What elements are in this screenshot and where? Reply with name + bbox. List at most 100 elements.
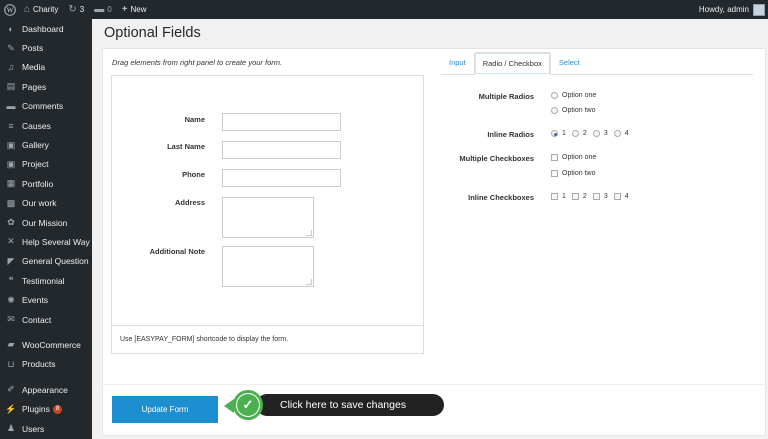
- new-label: New: [130, 5, 147, 14]
- inline-radio-4[interactable]: 4: [613, 130, 629, 137]
- radio-button[interactable]: [551, 92, 558, 99]
- updates-link[interactable]: ↻ 3: [63, 0, 89, 19]
- instructions-text: Drag elements from right panel to create…: [112, 58, 283, 67]
- sidebar-item-label: Our Mission: [22, 217, 68, 228]
- form-preview: Name Last Name Phone Address Additional …: [111, 75, 424, 354]
- shortcode-note: Use [EASYPAY_FORM] shortcode to display …: [112, 325, 423, 353]
- tab-select[interactable]: Select: [551, 51, 588, 74]
- sidebar-item-label: General Question: [22, 256, 89, 267]
- additional-note-textarea[interactable]: [222, 246, 314, 287]
- radio-option-two[interactable]: Option two: [551, 107, 595, 114]
- update-form-button[interactable]: Update Form: [112, 396, 218, 423]
- target-icon: ✿: [7, 217, 15, 228]
- inline-radio-1[interactable]: 1: [551, 130, 566, 137]
- name-input[interactable]: [222, 113, 341, 131]
- sidebar-item-users[interactable]: ♟ Users: [0, 419, 92, 438]
- wordpress-logo-icon[interactable]: W: [0, 0, 19, 19]
- sidebar-item-help-several-way[interactable]: ✕ Help Several Way: [0, 232, 92, 251]
- sidebar-item-pages[interactable]: ▤ Pages: [0, 77, 92, 96]
- svg-text:W: W: [6, 6, 13, 14]
- sidebar-item-portfolio[interactable]: ▦ Portfolio: [0, 174, 92, 193]
- radio-option-one[interactable]: Option one: [551, 92, 596, 99]
- checkbox[interactable]: [551, 170, 558, 177]
- sidebar-item-dashboard[interactable]: ◐ Dashboard: [0, 19, 92, 38]
- sidebar-item-comments[interactable]: ▬ Comments: [0, 97, 92, 116]
- comments-link[interactable]: ▬ 0: [89, 0, 116, 19]
- sidebar-item-our-mission[interactable]: ✿ Our Mission: [0, 213, 92, 232]
- site-name-link[interactable]: ⌂ Charity: [19, 0, 63, 19]
- sidebar-item-posts[interactable]: ✎ Posts: [0, 38, 92, 57]
- dashboard-icon: ◐: [8, 23, 14, 34]
- divider: [102, 384, 766, 385]
- gallery-icon: ▣: [6, 139, 16, 150]
- sidebar-item-label: Testimonial: [22, 275, 65, 286]
- gear-icon: ✺: [7, 294, 15, 305]
- sidebar-item-gallery[interactable]: ▣ Gallery: [0, 135, 92, 154]
- checkbox[interactable]: [592, 193, 600, 200]
- brush-icon: ✐: [7, 384, 15, 395]
- inline-checkbox-2[interactable]: 2: [571, 193, 587, 200]
- sidebar-item-plugins[interactable]: ⚡ Plugins 8: [0, 399, 92, 418]
- sidebar-item-label: Pages: [22, 81, 47, 92]
- last-name-input[interactable]: [222, 141, 341, 159]
- sidebar-item-label: Dashboard: [22, 23, 64, 34]
- sidebar-item-label: WooCommerce: [22, 339, 81, 350]
- radio-button[interactable]: [551, 107, 558, 114]
- sidebar-item-testimonial[interactable]: ❝ Testimonial: [0, 271, 92, 290]
- checkbox[interactable]: [551, 154, 558, 161]
- sidebar-item-label: Plugins: [22, 404, 50, 415]
- sidebar-item-causes[interactable]: ≡ Causes: [0, 116, 92, 135]
- element-tabs: Input Radio / Checkbox Select: [441, 52, 753, 75]
- tab-input[interactable]: Input: [441, 51, 474, 74]
- sidebar-item-label: Our work: [22, 198, 57, 209]
- sidebar-item-project[interactable]: ▣ Project: [0, 155, 92, 174]
- radio-button[interactable]: [613, 130, 621, 137]
- inline-radio-2[interactable]: 2: [571, 130, 587, 137]
- sidebar-item-media[interactable]: ♫ Media: [0, 58, 92, 77]
- media-icon: ♫: [7, 62, 15, 73]
- sidebar-item-label: Contact: [22, 314, 52, 325]
- sidebar-item-label: Help Several Way: [22, 236, 90, 247]
- tab-radio-checkbox[interactable]: Radio / Checkbox: [473, 52, 551, 75]
- sidebar-item-events[interactable]: ✺ Events: [0, 290, 92, 309]
- checkbox-option-one[interactable]: Option one: [551, 154, 596, 161]
- sidebar-item-products[interactable]: ⊔ Products: [0, 355, 92, 374]
- pages-icon: ▤: [6, 81, 16, 92]
- inline-checkbox-1[interactable]: 1: [551, 193, 566, 200]
- phone-input[interactable]: [222, 169, 341, 187]
- account-menu[interactable]: Howdy, admin: [694, 0, 768, 19]
- sidebar-item-appearance[interactable]: ✐ Appearance: [0, 380, 92, 399]
- additional-note-label: Additional Note: [149, 247, 205, 256]
- sidebar-item-contact[interactable]: ✉ Contact: [0, 310, 92, 329]
- sidebar-item-label: Portfolio: [22, 178, 54, 189]
- inline-checkbox-4[interactable]: 4: [613, 193, 629, 200]
- network-icon: ✕: [7, 236, 15, 247]
- radio-button-checked[interactable]: [551, 130, 558, 137]
- multiple-checkboxes-label: Multiple Checkboxes: [459, 154, 534, 163]
- sidebar-item-our-work[interactable]: ▩ Our work: [0, 194, 92, 213]
- checkbox-option-two[interactable]: Option two: [551, 170, 595, 177]
- new-content-link[interactable]: + New: [117, 0, 152, 19]
- comment-icon: ▬: [94, 3, 105, 15]
- checkbox[interactable]: [571, 193, 579, 200]
- sidebar-item-label: Project: [22, 159, 49, 170]
- inline-checkbox-3[interactable]: 3: [592, 193, 608, 200]
- quote-icon: ❝: [8, 275, 14, 286]
- radio-button[interactable]: [571, 130, 579, 137]
- comments-icon: ▬: [6, 101, 16, 112]
- multiple-radios-label: Multiple Radios: [478, 92, 534, 101]
- checkbox[interactable]: [613, 193, 621, 200]
- address-textarea[interactable]: [222, 197, 314, 238]
- radio-button[interactable]: [592, 130, 600, 137]
- mail-icon: ✉: [7, 314, 15, 325]
- sidebar-item-woocommerce[interactable]: ▰ WooCommerce: [0, 335, 92, 354]
- sidebar-item-label: Products: [22, 359, 56, 370]
- inline-radio-3[interactable]: 3: [592, 130, 608, 137]
- admin-sidebar: ◐ Dashboard ✎ Posts ♫ Media ▤ Pages ▬ Comments ≡ Ca…: [0, 19, 92, 439]
- plugin-update-badge: 8: [52, 404, 63, 414]
- checkbox[interactable]: [551, 193, 558, 200]
- sidebar-item-general-question[interactable]: ◤ General Question: [0, 252, 92, 271]
- megaphone-icon: ◤: [7, 255, 15, 266]
- inline-checkboxes-label: Inline Checkboxes: [468, 193, 534, 202]
- sidebar-item-label: Appearance: [22, 384, 68, 395]
